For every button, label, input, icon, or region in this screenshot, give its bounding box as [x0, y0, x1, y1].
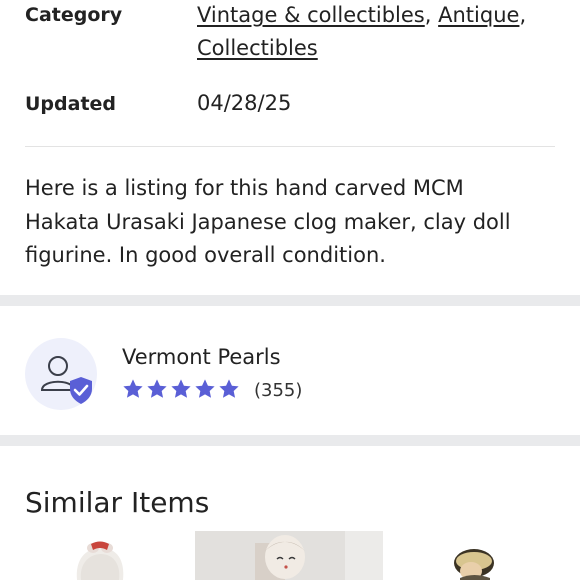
figurine-image — [76, 541, 124, 580]
star-icon — [147, 379, 167, 398]
star-icon — [195, 379, 215, 398]
verified-user-icon — [40, 356, 92, 404]
figurine-image — [454, 549, 494, 580]
seller-rating — [122, 378, 240, 400]
seller-avatar[interactable] — [25, 338, 97, 410]
category-label: Category — [25, 4, 123, 26]
updated-value: 04/28/25 — [197, 91, 292, 115]
divider — [25, 146, 555, 147]
category-link-vintage[interactable]: Vintage & collectibles — [197, 3, 425, 27]
similar-items-title: Similar Items — [25, 486, 210, 519]
listing-description: Here is a listing for this hand carved M… — [25, 172, 565, 273]
category-separator: , — [519, 3, 527, 27]
review-count[interactable]: (355) — [254, 380, 302, 401]
section-divider — [0, 435, 580, 446]
description-line: Hakata Urasaki Japanese clog maker, clay… — [25, 209, 511, 234]
seller-name[interactable]: Vermont Pearls — [122, 345, 281, 369]
star-icon — [171, 379, 191, 398]
section-divider — [0, 295, 580, 306]
similar-item-thumbnail[interactable] — [446, 546, 506, 580]
category-link-antique[interactable]: Antique — [438, 3, 519, 27]
star-icon — [123, 379, 143, 398]
category-separator: , — [424, 3, 432, 27]
similar-item-thumbnail[interactable] — [195, 531, 383, 580]
updated-label: Updated — [25, 93, 117, 115]
doll-image — [195, 531, 383, 580]
category-link-collectibles[interactable]: Collectibles — [197, 36, 318, 60]
star-icon — [219, 379, 239, 398]
similar-item-thumbnail[interactable] — [55, 536, 155, 580]
category-links: Vintage & collectibles, Antique, Collect… — [197, 0, 526, 65]
description-line: figurine. In good overall condition. — [25, 243, 386, 267]
description-line: Here is a listing for this hand carved M… — [25, 176, 464, 200]
